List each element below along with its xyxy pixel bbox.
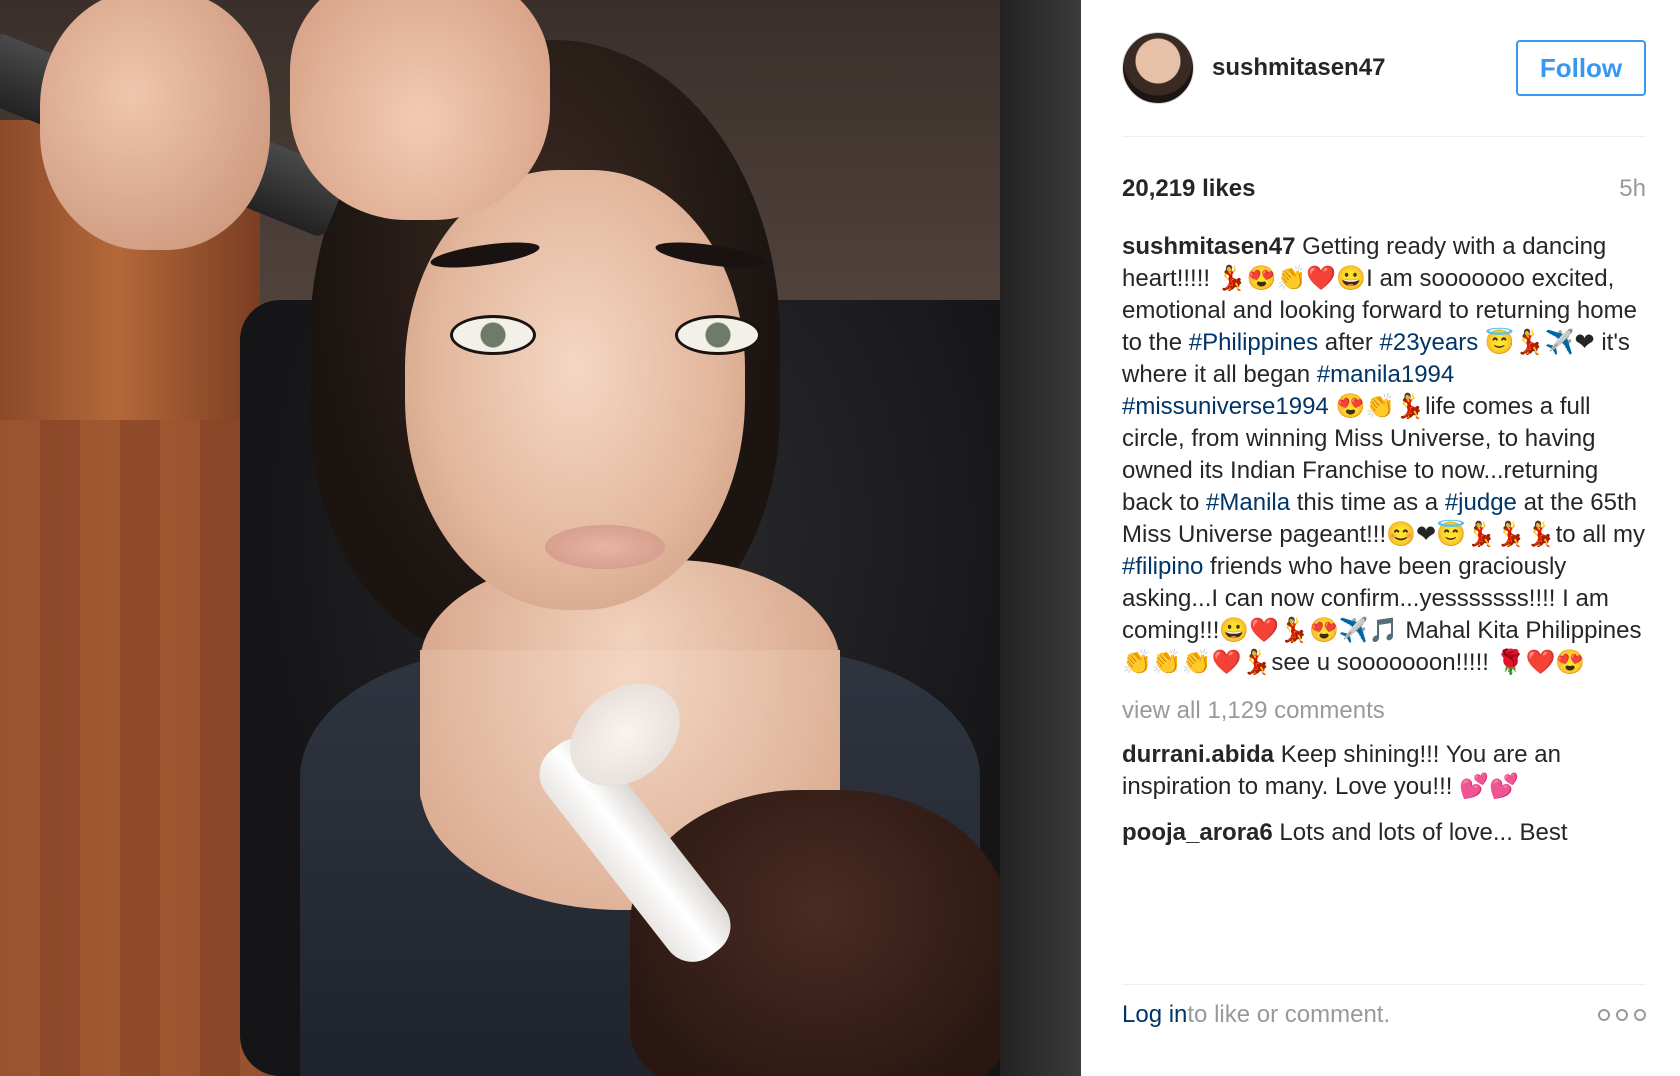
hashtag-link[interactable]: #23years xyxy=(1380,329,1479,356)
post-meta: 20,219 likes 5h xyxy=(1122,163,1646,215)
photo-eye-right xyxy=(675,315,761,355)
caption-text: Getting ready with a dancing heart!!!!! … xyxy=(1122,233,1645,676)
dot xyxy=(1634,1009,1646,1021)
photo-eye-left xyxy=(450,315,536,355)
hashtag-link[interactable]: #filipino xyxy=(1122,553,1203,580)
post-caption: sushmitasen47 Getting ready with a danci… xyxy=(1122,231,1646,679)
hashtag-link[interactable]: #judge xyxy=(1445,489,1517,516)
hashtag-link[interactable]: #manila1994 xyxy=(1317,361,1454,388)
hashtag-link[interactable]: #Philippines xyxy=(1189,329,1318,356)
login-link[interactable]: Log in xyxy=(1122,1001,1187,1029)
comment-username[interactable]: durrani.abida xyxy=(1122,741,1274,768)
post-header: sushmitasen47 Follow xyxy=(1122,0,1646,137)
caption-username[interactable]: sushmitasen47 xyxy=(1122,233,1295,260)
photo-hand-left xyxy=(40,0,270,250)
post-photo[interactable] xyxy=(0,0,1081,1076)
login-prompt-text: to like or comment. xyxy=(1187,1001,1391,1028)
view-all-comments-link[interactable]: view all 1,129 comments xyxy=(1122,697,1646,725)
hashtag-link[interactable]: #Manila xyxy=(1206,489,1290,516)
comment: pooja_arora6 Lots and lots of love... Be… xyxy=(1122,817,1646,849)
avatar[interactable] xyxy=(1122,32,1194,104)
photo-right-shade xyxy=(1000,0,1081,1076)
more-dots-icon[interactable] xyxy=(1598,1009,1646,1021)
photo-lips xyxy=(545,525,665,569)
caption-fragment: this time as a xyxy=(1290,489,1445,516)
header-username[interactable]: sushmitasen47 xyxy=(1212,54,1385,82)
instagram-post: sushmitasen47 Follow 20,219 likes 5h sus… xyxy=(0,0,1680,1076)
dot xyxy=(1598,1009,1610,1021)
post-time[interactable]: 5h xyxy=(1619,175,1646,203)
likes-count[interactable]: 20,219 likes xyxy=(1122,175,1255,203)
caption-fragment: after xyxy=(1318,329,1380,356)
comment-text: Lots and lots of love... Best xyxy=(1272,819,1568,846)
hashtag-link[interactable]: #missuniverse1994 xyxy=(1122,393,1329,420)
comment: durrani.abida Keep shining!!! You are an… xyxy=(1122,739,1646,803)
dot xyxy=(1616,1009,1628,1021)
photo-hand-top xyxy=(290,0,550,220)
comment-username[interactable]: pooja_arora6 xyxy=(1122,819,1273,846)
follow-button[interactable]: Follow xyxy=(1516,40,1646,96)
post-sidebar: sushmitasen47 Follow 20,219 likes 5h sus… xyxy=(1081,0,1680,1076)
post-footer: Log in to like or comment. xyxy=(1122,984,1646,1045)
